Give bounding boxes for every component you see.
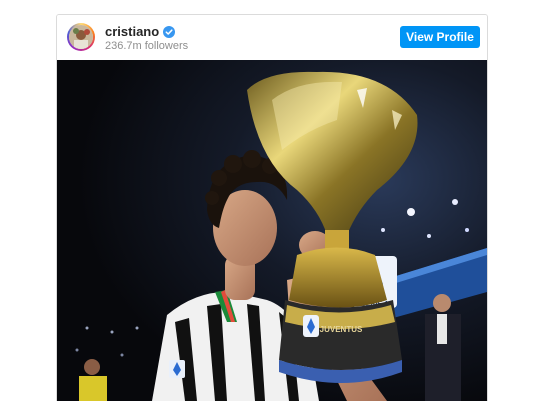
stadium-light: [452, 199, 458, 205]
username-link[interactable]: cristiano: [105, 24, 159, 39]
username-row: cristiano: [105, 23, 176, 39]
stadium-light: [407, 208, 415, 216]
avatar-icon[interactable]: [69, 25, 93, 49]
stadium-light: [465, 228, 469, 232]
stadium-light: [381, 228, 385, 232]
followers-count: 236.7m followers: [105, 40, 189, 52]
post-header: cristiano 236.7m followers View Profile: [57, 15, 487, 59]
avatar-ring[interactable]: [67, 23, 95, 51]
view-profile-button[interactable]: View Profile: [400, 26, 480, 48]
verified-badge-icon: [163, 25, 176, 38]
instagram-embed-card: cristiano 236.7m followers View Profile: [56, 14, 488, 401]
post-photo[interactable]: SERIE A: [57, 60, 487, 401]
svg-text:JUVENTUS: JUVENTUS: [320, 325, 363, 334]
stadium-light: [427, 234, 431, 238]
